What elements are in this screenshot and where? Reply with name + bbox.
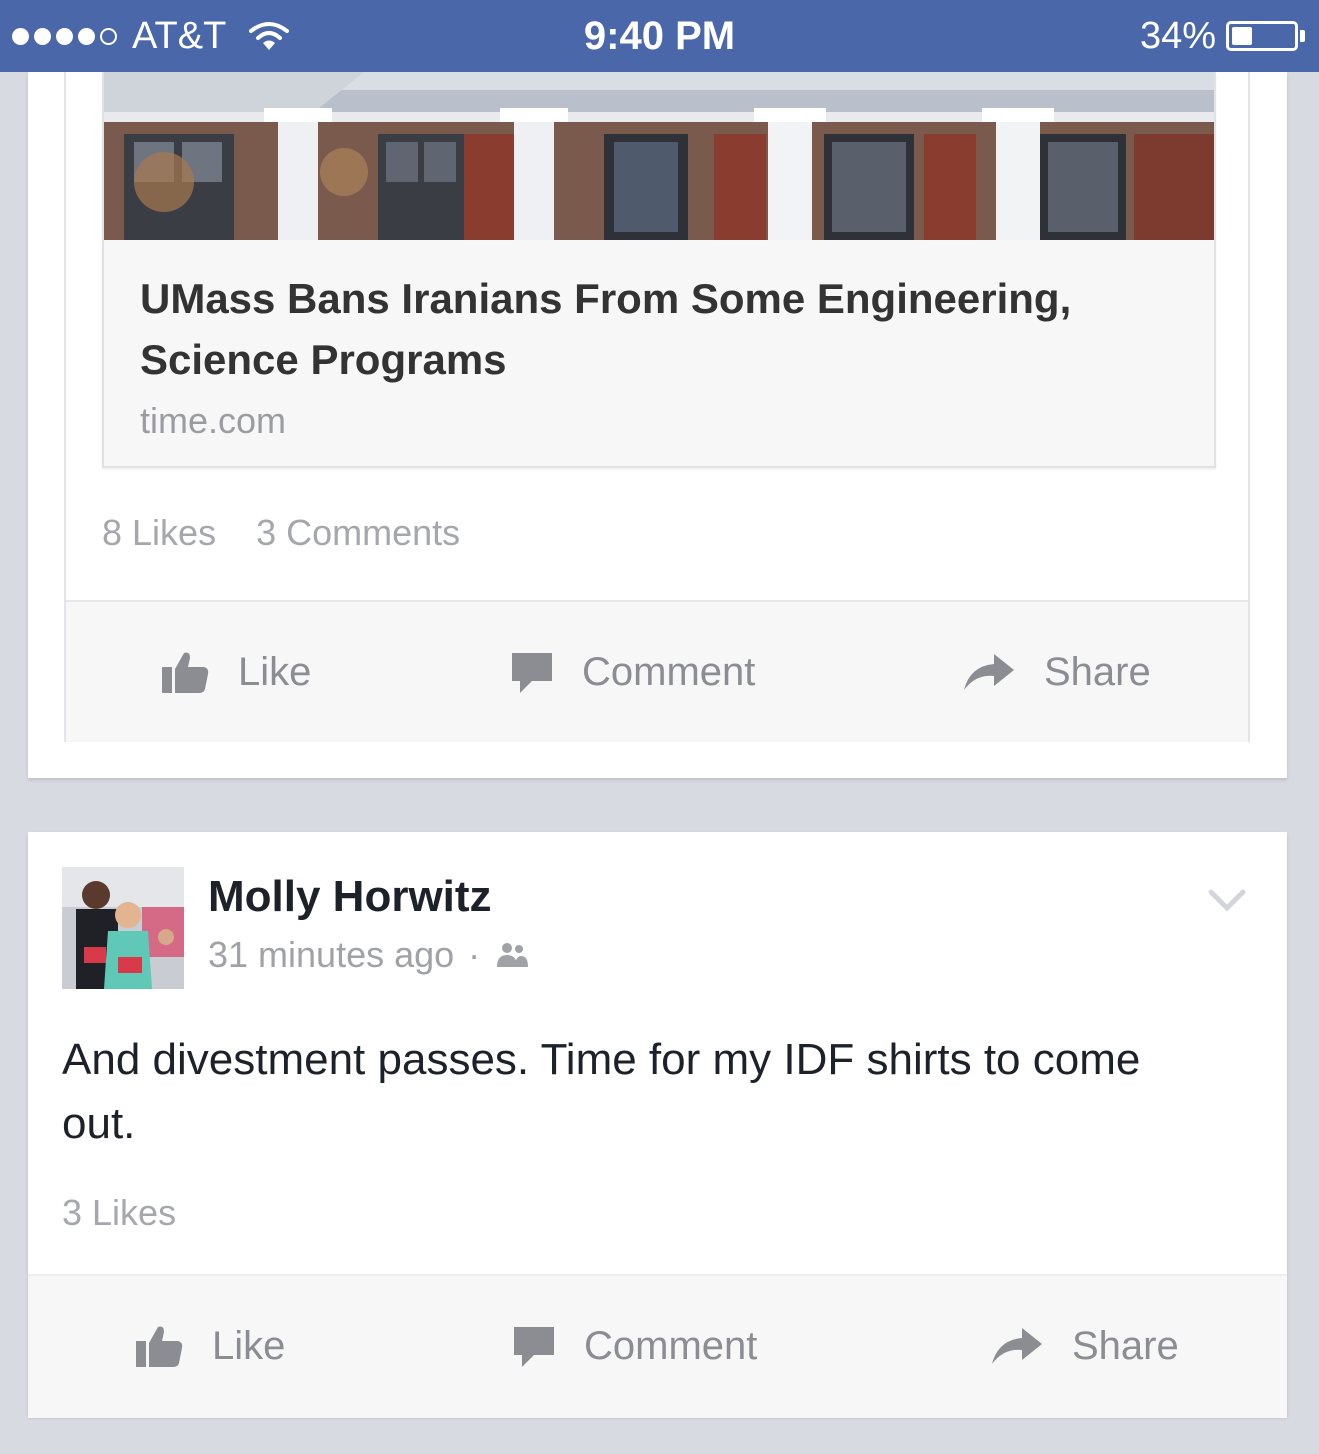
link-preview-image[interactable] [104,72,1214,240]
chevron-down-icon[interactable] [1207,888,1247,914]
post-meta: 31 minutes ago · [208,934,530,976]
feed-post-shared-link: UMass Bans Iranians From Some Engineerin… [28,72,1287,778]
friends-icon [497,943,529,967]
battery-fill [1232,27,1252,45]
share-button[interactable]: Share [962,602,1151,742]
link-preview[interactable]: UMass Bans Iranians From Some Engineerin… [102,72,1216,468]
comment-button[interactable]: Comment [512,1276,757,1416]
likes-count[interactable]: 8 Likes [102,512,216,553]
share-arrow-icon [964,654,1014,690]
comment-button[interactable]: Comment [510,602,755,742]
post-timestamp[interactable]: 31 minutes ago [208,934,454,976]
like-button[interactable]: Like [134,1276,285,1416]
avatar[interactable] [62,867,184,989]
thumbs-up-icon [162,652,209,693]
action-bar: Like Comment Share [66,600,1248,742]
meta-separator: · [468,934,481,975]
battery-icon [1226,21,1298,51]
status-right: 34% [1140,14,1305,58]
shared-post-card: UMass Bans Iranians From Some Engineerin… [64,72,1250,742]
link-title[interactable]: UMass Bans Iranians From Some Engineerin… [140,268,1180,390]
feed-post-status: Molly Horwitz 31 minutes ago · And dives… [28,832,1287,1418]
battery-percent: 34% [1139,14,1216,57]
action-bar: Like Comment Share [28,1274,1287,1418]
share-arrow-icon [992,1328,1042,1364]
likes-count[interactable]: 3 Likes [62,1192,176,1234]
like-button[interactable]: Like [160,602,311,742]
share-button[interactable]: Share [990,1276,1179,1416]
clock: 9:40 PM [583,14,736,58]
post-text: And divestment passes. Time for my IDF s… [62,1035,1141,1148]
comment-label: Comment [584,1323,758,1368]
battery-tip [1300,30,1305,42]
share-label: Share [1044,649,1151,694]
comment-bubble-icon [512,653,552,693]
like-label: Like [212,1323,286,1368]
author-name[interactable]: Molly Horwitz [208,872,492,922]
thumbs-up-icon [136,1326,183,1367]
post-stats: 8 Likes 3 Comments [102,512,490,554]
comment-label: Comment [582,649,756,694]
like-label: Like [238,649,312,694]
share-label: Share [1072,1323,1179,1368]
comment-bubble-icon [514,1327,554,1367]
status-bar: AT&T 9:40 PM 34% [0,0,1319,72]
link-domain: time.com [140,400,287,441]
comments-count[interactable]: 3 Comments [256,512,460,553]
